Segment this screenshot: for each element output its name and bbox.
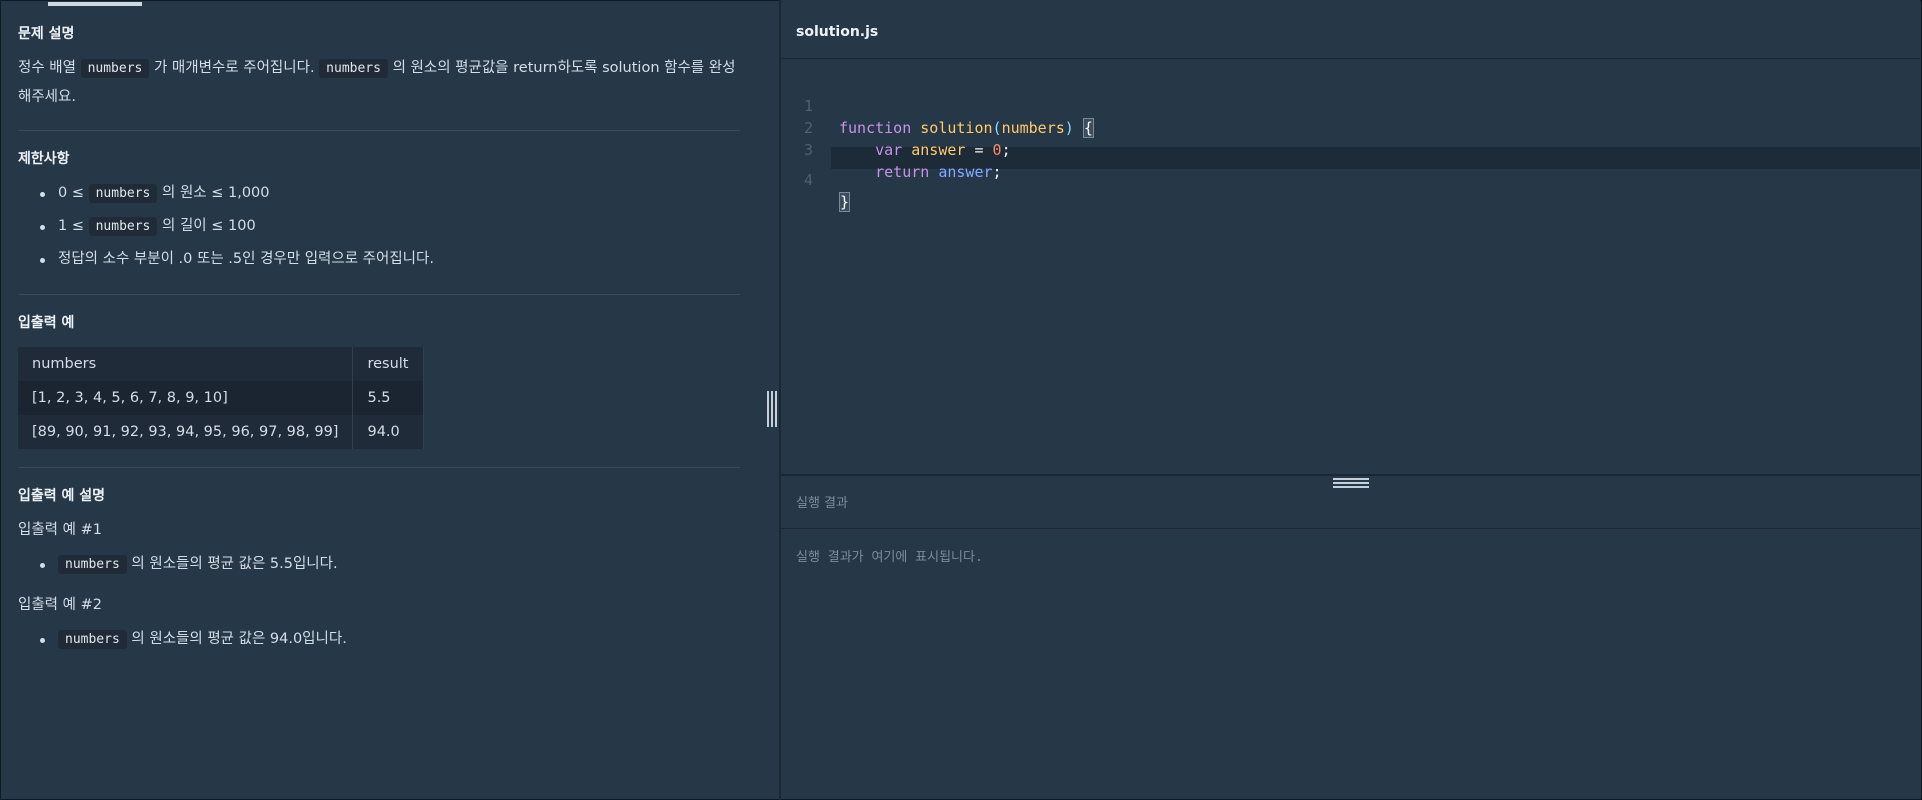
divider [18,294,740,295]
code-line: 4 } [781,147,1920,212]
table-cell: 94.0 [352,415,424,449]
column-header-numbers: numbers [18,347,354,381]
line-number: 4 [803,171,813,189]
table-cell: [89, 90, 91, 92, 93, 94, 95, 96, 97, 98,… [18,415,354,449]
io-explanation-heading: 입출력 예 설명 [18,488,106,504]
divider [781,528,1920,529]
io-heading: 입출력 예 [18,315,75,331]
problem-content: 문제 설명 정수 배열 numbers 가 매개변수로 주어집니다. numbe… [18,24,740,656]
constraints-list: 0 ≤ numbers 의 원소 ≤ 1,000 1 ≤ numbers 의 길… [18,177,740,276]
constraint-item: 정답의 소수 부분이 .0 또는 .5인 경우만 입력으로 주어집니다. [40,243,740,276]
table-cell: [1, 2, 3, 4, 5, 6, 7, 8, 9, 10] [18,381,354,415]
constraints-heading: 제한사항 [18,151,70,167]
table-cell: 5.5 [352,381,424,415]
column-header-result: result [352,347,424,381]
description-text: 정수 배열 numbers 가 매개변수로 주어집니다. numbers 의 원… [18,59,736,105]
example-item: numbers 의 원소들의 평균 값은 5.5입니다. [40,548,740,581]
io-explanation-section: 입출력 예 설명 입출력 예 #1 numbers 의 원소들의 평균 값은 5… [18,486,740,656]
example-item: numbers 의 원소들의 평균 값은 94.0입니다. [40,623,740,656]
description-heading: 문제 설명 [18,26,75,42]
inline-code: numbers [58,630,127,649]
constraint-item: 1 ≤ numbers 의 길이 ≤ 100 [40,210,740,243]
inline-code: numbers [88,217,158,236]
inline-code: numbers [319,59,388,78]
divider [18,467,740,468]
code-line: 1 function solution(numbers) { [781,73,1920,138]
example-title: 입출력 예 #2 [18,597,102,613]
code-line: 2 var answer = 0; [781,95,1920,159]
constraint-item: 0 ≤ numbers 의 원소 ≤ 1,000 [40,177,740,210]
inline-code: numbers [58,555,127,574]
result-title: 실행 결과 [796,496,848,511]
example-title: 입출력 예 #1 [18,522,102,538]
example-list: numbers 의 원소들의 평균 값은 94.0입니다. [18,623,740,656]
constraints-section: 제한사항 0 ≤ numbers 의 원소 ≤ 1,000 1 ≤ number… [18,149,740,276]
problem-pane: 문제 설명 정수 배열 numbers 가 매개변수로 주어집니다. numbe… [1,6,779,798]
inline-code: numbers [80,59,150,78]
editor-pane: solution.js 1 function solution(numbers)… [781,0,1920,798]
vertical-resize-handle[interactable] [767,391,777,427]
example-list: numbers 의 원소들의 평균 값은 5.5입니다. [18,548,740,581]
code-line: 3 return answer; [781,117,1920,181]
inline-code: numbers [88,184,158,203]
table-header-row: numbers result [18,347,424,381]
matching-brace: } [839,192,851,212]
io-section: 입출력 예 numbers result [1, 2, 3, 4, 5, 6, … [18,313,740,449]
divider [18,130,740,131]
editor-filename: solution.js [796,24,879,40]
result-output: 실행 결과가 여기에 표시됩니다. [796,550,983,565]
io-example-table: numbers result [1, 2, 3, 4, 5, 6, 7, 8, … [18,347,424,449]
code-editor[interactable]: 1 function solution(numbers) { 2 var ans… [781,59,1920,474]
table-row: [1, 2, 3, 4, 5, 6, 7, 8, 9, 10] 5.5 [18,381,424,415]
table-row: [89, 90, 91, 92, 93, 94, 95, 96, 97, 98,… [18,415,424,449]
editor-result-splitter[interactable] [781,474,1920,476]
horizontal-resize-handle[interactable] [1333,478,1369,488]
